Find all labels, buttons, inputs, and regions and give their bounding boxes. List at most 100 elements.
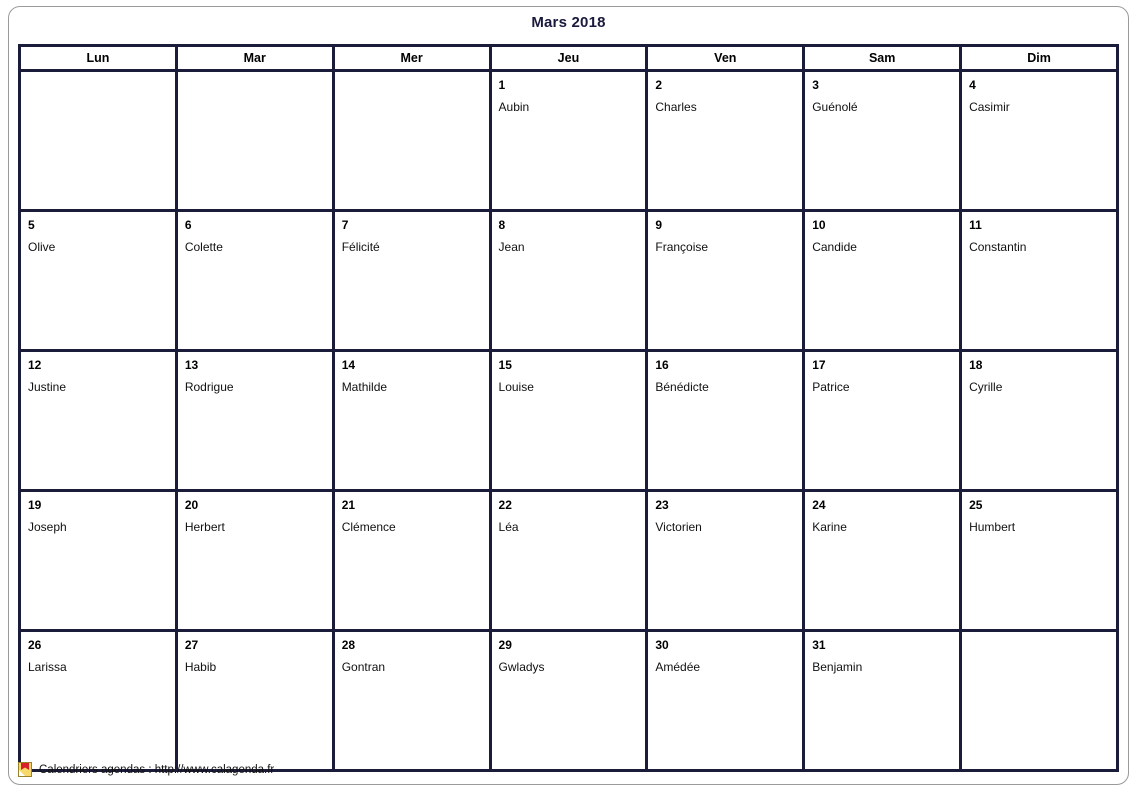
saint-name: Larissa <box>28 660 67 674</box>
footer-text: Calendriers agendas : http://www.calagen… <box>39 763 275 776</box>
saint-name: Olive <box>28 240 56 254</box>
day-number: 21 <box>341 498 356 512</box>
saint-name: Félicité <box>341 240 380 254</box>
day-number: 1 <box>498 78 506 92</box>
day-cell[interactable] <box>18 69 178 212</box>
day-number: 31 <box>812 638 826 652</box>
day-cell[interactable]: 3 Guénolé <box>802 69 963 212</box>
day-number: 11 <box>969 218 982 232</box>
day-number: 16 <box>655 358 669 372</box>
saint-name: Jean <box>498 240 525 254</box>
day-cell[interactable]: 24 Karine <box>802 489 963 632</box>
day-cell[interactable]: 10 Candide <box>802 209 963 352</box>
saint-name: Victorien <box>655 520 702 534</box>
calendar-table: Lun Mar Mer Jeu Ven Sam Dim 1 Aubin 2 Char… <box>18 44 1119 772</box>
saint-name <box>969 653 1116 659</box>
saint-name: Louise <box>498 380 534 394</box>
saint-name: Habib <box>184 660 217 674</box>
day-number: 6 <box>184 218 192 232</box>
day-cell[interactable]: 4 Casimir <box>959 69 1119 212</box>
day-cell[interactable]: 27 Habib <box>174 629 335 772</box>
day-number: 24 <box>812 498 826 512</box>
day-cell[interactable] <box>331 69 492 212</box>
saint-name: Mathilde <box>341 380 388 394</box>
day-cell[interactable]: 29 Gwladys <box>488 629 649 772</box>
saint-name <box>342 93 489 99</box>
day-cell[interactable]: 22 Léa <box>488 489 649 632</box>
day-cell[interactable]: 14 Mathilde <box>331 349 492 492</box>
day-number: 25 <box>969 498 983 512</box>
day-cell[interactable]: 12 Justine <box>18 349 178 492</box>
calendar-page: Mars 2018 Lun Mar Mer Jeu Ven Sam Dim 1 … <box>0 0 1137 802</box>
calendar-week-row: 19 Joseph 20 Herbert 21 Clémence 22 Léa 23 Vi… <box>18 489 1119 632</box>
day-number: 8 <box>498 218 506 232</box>
day-number: 13 <box>184 358 199 372</box>
day-number: 7 <box>341 218 349 232</box>
saint-name: Benjamin <box>812 660 863 674</box>
saint-name <box>28 93 175 99</box>
day-cell[interactable]: 21 Clémence <box>331 489 492 632</box>
weekday-header-lun: Lun <box>18 44 178 72</box>
saint-name: Karine <box>812 520 847 534</box>
day-cell[interactable]: 18 Cyrille <box>959 349 1119 492</box>
day-cell[interactable]: 23 Victorien <box>645 489 806 632</box>
saint-name: Gontran <box>341 660 386 674</box>
saint-name: Aubin <box>498 100 530 114</box>
saint-name: Joseph <box>28 520 67 534</box>
bookmark-flag-icon <box>18 762 32 777</box>
day-cell[interactable]: 28 Gontran <box>331 629 492 772</box>
day-cell[interactable]: 8 Jean <box>488 209 649 352</box>
weekday-header-dim: Dim <box>959 44 1119 72</box>
day-cell[interactable]: 9 Françoise <box>645 209 806 352</box>
page-title: Mars 2018 <box>531 14 606 31</box>
day-number: 4 <box>969 78 976 92</box>
saint-name: Humbert <box>969 520 1016 534</box>
saint-name: Bénédicte <box>655 380 709 394</box>
day-cell[interactable]: 26 Larissa <box>18 629 178 772</box>
saint-name: Amédée <box>655 660 701 674</box>
day-cell[interactable]: 7 Félicité <box>331 209 492 352</box>
day-number <box>342 78 489 93</box>
day-number <box>185 78 332 93</box>
saint-name: Casimir <box>969 100 1010 114</box>
saint-name: Cyrille <box>969 380 1003 394</box>
weekday-header-mar: Mar <box>174 44 335 72</box>
day-number: 14 <box>341 358 356 372</box>
saint-name: Candide <box>812 240 857 254</box>
day-cell[interactable]: 15 Louise <box>488 349 649 492</box>
saint-name: Rodrigue <box>184 380 234 394</box>
day-number: 10 <box>812 218 826 232</box>
day-cell[interactable]: 19 Joseph <box>18 489 178 632</box>
day-number: 30 <box>655 638 669 652</box>
day-number: 5 <box>28 218 35 232</box>
day-cell[interactable]: 16 Bénédicte <box>645 349 806 492</box>
day-cell[interactable]: 11 Constantin <box>959 209 1119 352</box>
day-number: 20 <box>184 498 199 512</box>
day-cell[interactable]: 13 Rodrigue <box>174 349 335 492</box>
day-number: 27 <box>184 638 199 652</box>
calendar-week-row: 12 Justine 13 Rodrigue 14 Mathilde 15 Louise… <box>18 349 1119 492</box>
saint-name: Justine <box>28 380 67 394</box>
day-number: 15 <box>498 358 512 372</box>
day-cell[interactable]: 25 Humbert <box>959 489 1119 632</box>
weekday-header-sam: Sam <box>802 44 963 72</box>
day-cell[interactable]: 17 Patrice <box>802 349 963 492</box>
day-cell[interactable]: 5 Olive <box>18 209 178 352</box>
day-number: 23 <box>655 498 669 512</box>
saint-name: Herbert <box>184 520 225 534</box>
day-cell[interactable] <box>959 629 1119 772</box>
saint-name: Léa <box>498 520 519 534</box>
day-number: 22 <box>498 498 512 512</box>
saint-name: Constantin <box>969 240 1027 254</box>
day-cell[interactable]: 31 Benjamin <box>802 629 963 772</box>
day-cell[interactable]: 2 Charles <box>645 69 806 212</box>
day-cell[interactable]: 20 Herbert <box>174 489 335 632</box>
day-cell[interactable] <box>174 69 335 212</box>
saint-name: Françoise <box>655 240 709 254</box>
day-cell[interactable]: 6 Colette <box>174 209 335 352</box>
saint-name <box>185 93 332 99</box>
day-cell[interactable]: 30 Amédée <box>645 629 806 772</box>
day-cell[interactable]: 1 Aubin <box>488 69 649 212</box>
calendar-week-row: 5 Olive 6 Colette 7 Félicité 8 Jean 9 Françoi… <box>18 209 1119 352</box>
day-number: 28 <box>341 638 356 652</box>
